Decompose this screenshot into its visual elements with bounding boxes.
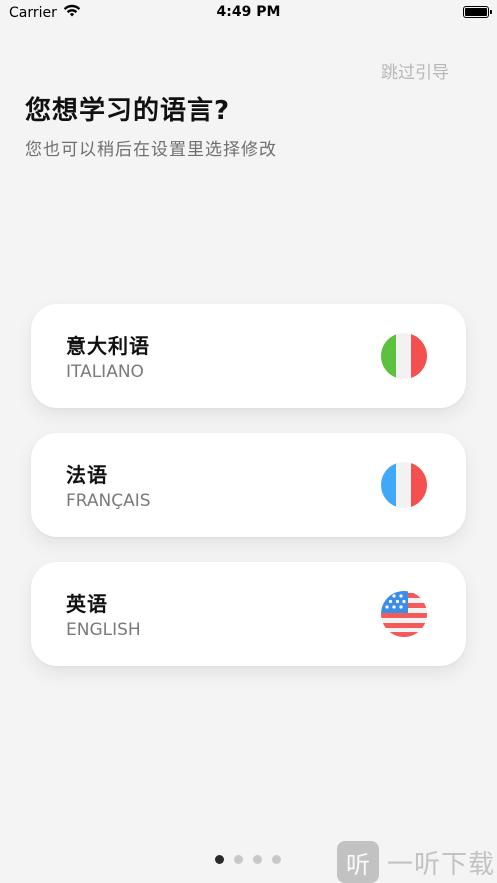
language-name: 意大利语: [66, 334, 150, 358]
language-name: 英语: [66, 592, 108, 616]
battery-icon: [463, 6, 492, 18]
page-indicator: [215, 855, 281, 864]
page-dot[interactable]: [272, 855, 281, 864]
battery-fill: [465, 8, 487, 16]
italy-flag-icon: [381, 333, 427, 379]
skip-guide-button[interactable]: 跳过引导: [381, 58, 449, 83]
page-subtitle: 您也可以稍后在设置里选择修改: [25, 140, 277, 160]
language-name: 法语: [66, 463, 108, 487]
france-flag-icon: [381, 462, 427, 508]
page-title: 您想学习的语言?: [25, 96, 231, 126]
status-right: [463, 6, 492, 18]
language-card-french[interactable]: 法语 FRANÇAIS: [31, 433, 466, 537]
language-list: 意大利语 ITALIANO 法语 FRANÇAIS 英语 ENGLISH: [31, 304, 466, 691]
watermark: 听 一听下载: [336, 841, 495, 883]
usa-flag-icon: [381, 591, 427, 637]
watermark-logo-icon: 听: [336, 841, 379, 883]
status-time: 4:49 PM: [216, 4, 281, 20]
language-card-italian[interactable]: 意大利语 ITALIANO: [31, 304, 466, 408]
language-native-name: ITALIANO: [66, 362, 144, 382]
language-card-english[interactable]: 英语 ENGLISH: [31, 562, 466, 666]
language-native-name: ENGLISH: [66, 620, 141, 640]
status-bar: Carrier 4:49 PM: [0, 0, 497, 28]
page-dot[interactable]: [234, 855, 243, 864]
watermark-text: 一听下载: [386, 849, 495, 880]
page-dot[interactable]: [215, 855, 224, 864]
language-native-name: FRANÇAIS: [66, 491, 151, 511]
page-dot[interactable]: [253, 855, 262, 864]
